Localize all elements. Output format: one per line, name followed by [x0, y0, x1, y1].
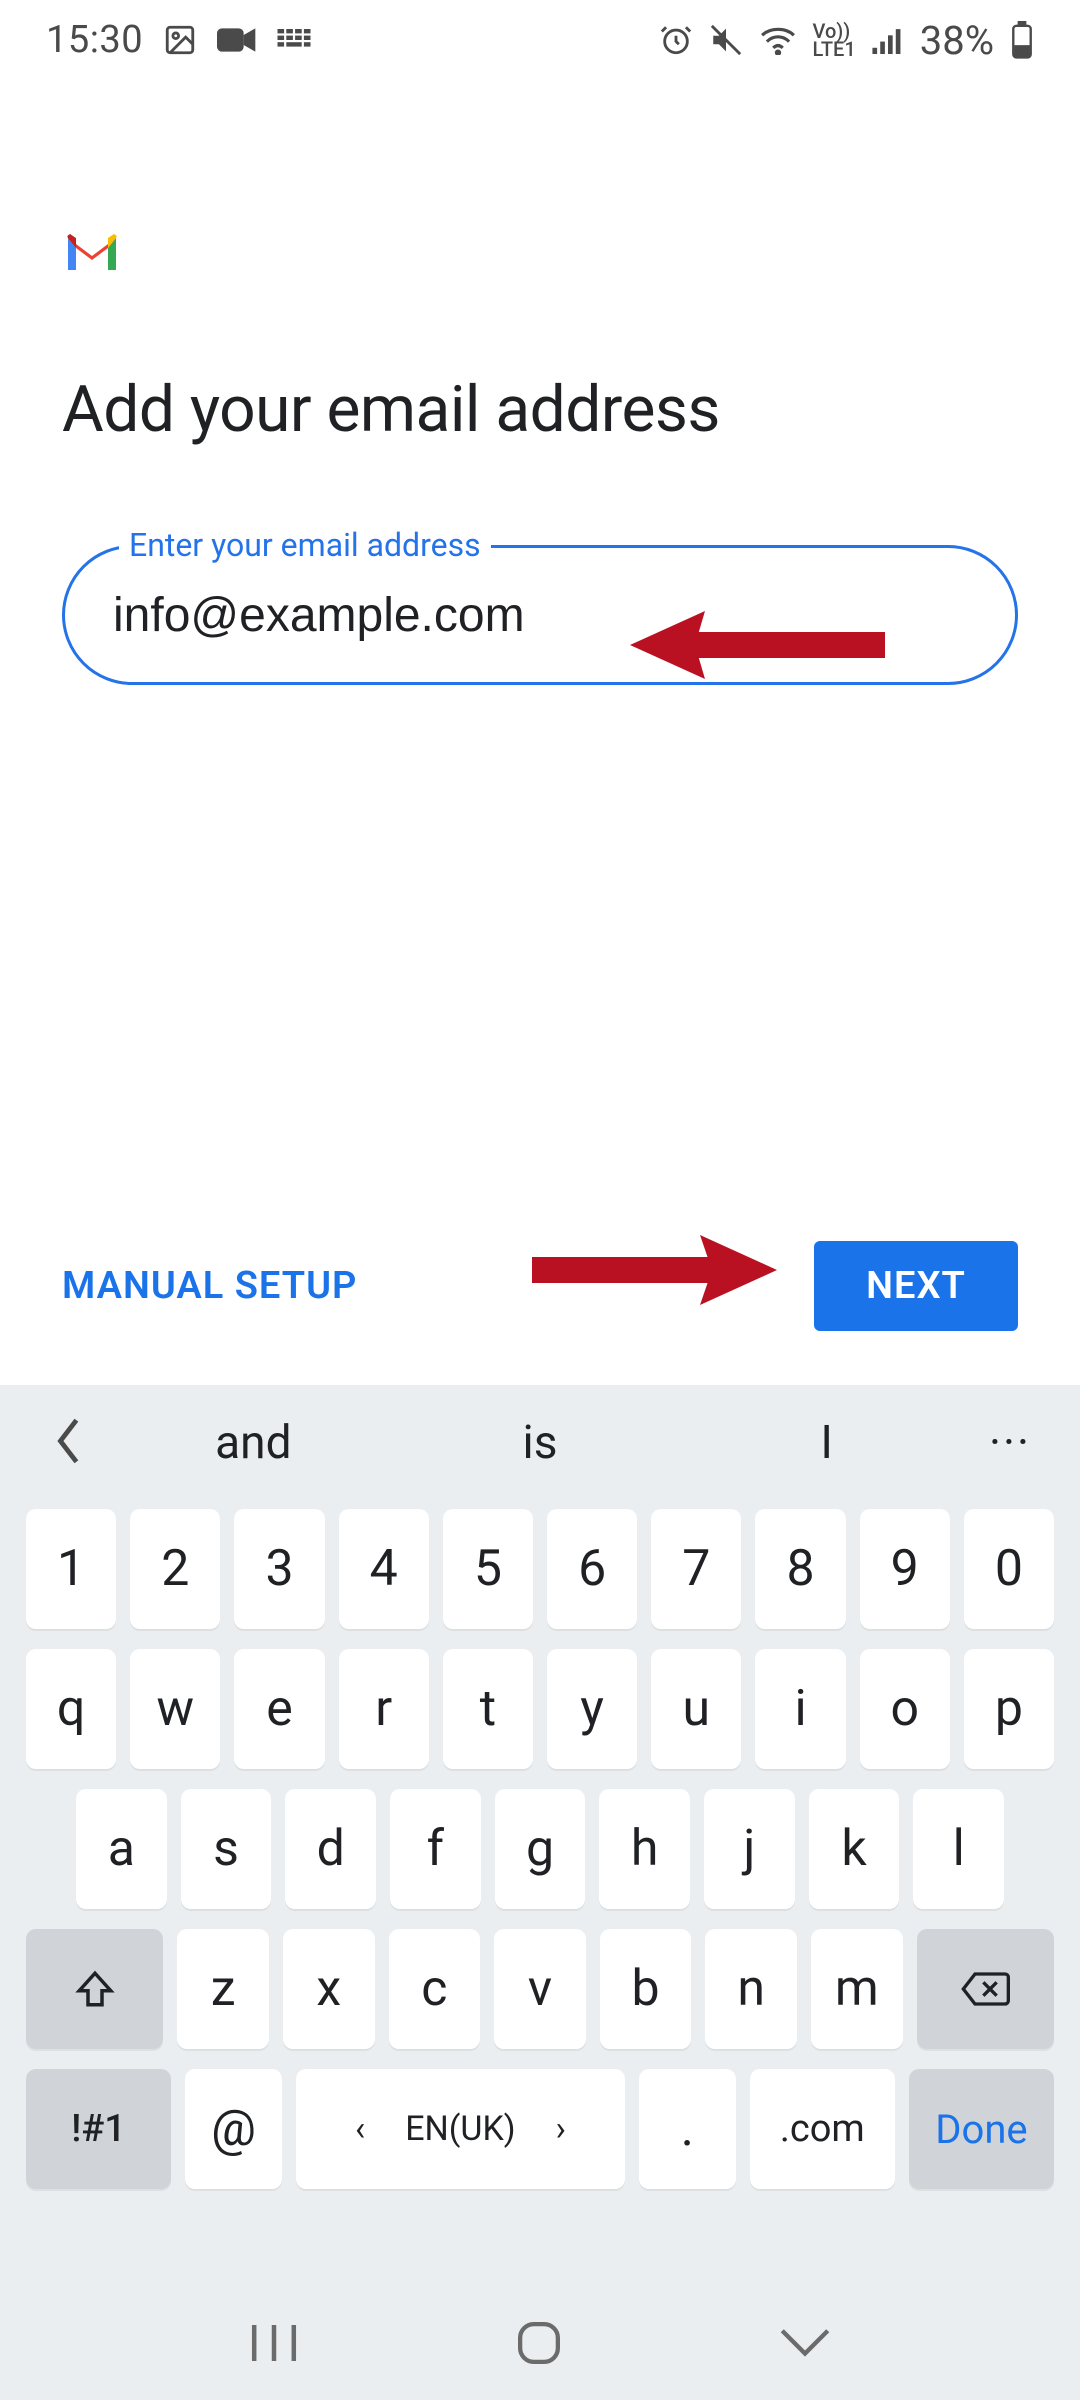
key-row-a: a s d f g h j k l: [26, 1789, 1054, 1909]
email-input[interactable]: [65, 548, 1015, 682]
key-e[interactable]: e: [234, 1649, 324, 1769]
shift-key[interactable]: [26, 1929, 163, 2049]
suggestion-1[interactable]: and: [110, 1416, 397, 1470]
suggestion-2[interactable]: is: [397, 1416, 684, 1470]
gmail-logo-icon: [62, 230, 1018, 276]
key-w[interactable]: w: [130, 1649, 220, 1769]
key-t[interactable]: t: [443, 1649, 533, 1769]
signal-icon: [872, 26, 904, 54]
status-bar: 15:30: [0, 0, 1080, 80]
volte-indicator: Vo)) LTE1: [813, 22, 856, 58]
suggestion-more-icon[interactable]: ···: [970, 1416, 1050, 1470]
key-row-z: z x c v b n m: [26, 1929, 1054, 2049]
key-i[interactable]: i: [755, 1649, 845, 1769]
key-m[interactable]: m: [811, 1929, 903, 2049]
key-f[interactable]: f: [390, 1789, 481, 1909]
manual-setup-button[interactable]: MANUAL SETUP: [62, 1264, 357, 1308]
key-a[interactable]: a: [76, 1789, 167, 1909]
key-1[interactable]: 1: [26, 1509, 116, 1629]
key-row-q: q w e r t y u i o p: [26, 1649, 1054, 1769]
key-u[interactable]: u: [651, 1649, 741, 1769]
key-p[interactable]: p: [964, 1649, 1054, 1769]
key-n[interactable]: n: [705, 1929, 797, 2049]
done-key[interactable]: Done: [909, 2069, 1054, 2189]
key-h[interactable]: h: [599, 1789, 690, 1909]
mute-icon: [709, 23, 743, 57]
suggestion-3[interactable]: I: [683, 1416, 970, 1470]
key-2[interactable]: 2: [130, 1509, 220, 1629]
wifi-icon: [759, 25, 797, 55]
symbols-key[interactable]: !#1: [26, 2069, 171, 2189]
key-9[interactable]: 9: [860, 1509, 950, 1629]
key-c[interactable]: c: [389, 1929, 481, 2049]
page-title: Add your email address: [62, 372, 1018, 447]
status-time: 15:30: [46, 18, 143, 62]
battery-percent: 38%: [920, 17, 994, 64]
key-s[interactable]: s: [181, 1789, 272, 1909]
home-button[interactable]: [515, 2319, 563, 2367]
chevron-left-icon: ‹: [355, 2109, 365, 2149]
video-icon: [217, 25, 257, 55]
key-row-bottom: !#1 @ ‹ EN(UK) › . .com Done: [26, 2069, 1054, 2189]
recents-button[interactable]: [247, 2321, 301, 2365]
key-z[interactable]: z: [177, 1929, 269, 2049]
key-4[interactable]: 4: [339, 1509, 429, 1629]
navigation-bar: [0, 2280, 1080, 2400]
key-b[interactable]: b: [600, 1929, 692, 2049]
key-g[interactable]: g: [495, 1789, 586, 1909]
chevron-right-icon: ›: [556, 2109, 566, 2149]
key-at[interactable]: @: [185, 2069, 282, 2189]
email-field-label: Enter your email address: [119, 526, 491, 564]
image-icon: [163, 23, 197, 57]
key-7[interactable]: 7: [651, 1509, 741, 1629]
key-0[interactable]: 0: [964, 1509, 1054, 1629]
battery-icon: [1010, 21, 1034, 59]
key-j[interactable]: j: [704, 1789, 795, 1909]
back-button[interactable]: [777, 2325, 833, 2361]
key-6[interactable]: 6: [547, 1509, 637, 1629]
keyboard-lang: EN(UK): [405, 2109, 515, 2149]
key-5[interactable]: 5: [443, 1509, 533, 1629]
space-key[interactable]: ‹ EN(UK) ›: [296, 2069, 625, 2189]
key-3[interactable]: 3: [234, 1509, 324, 1629]
key-q[interactable]: q: [26, 1649, 116, 1769]
key-com[interactable]: .com: [750, 2069, 895, 2189]
soft-keyboard: and is I ··· 1 2 3 4 5 6 7 8 9 0 q w: [0, 1385, 1080, 2400]
content: Add your email address Enter your email …: [0, 80, 1080, 685]
key-d[interactable]: d: [285, 1789, 376, 1909]
key-8[interactable]: 8: [755, 1509, 845, 1629]
key-v[interactable]: v: [494, 1929, 586, 2049]
key-y[interactable]: y: [547, 1649, 637, 1769]
backspace-key[interactable]: [917, 1929, 1054, 2049]
next-button[interactable]: NEXT: [814, 1241, 1018, 1331]
key-l[interactable]: l: [913, 1789, 1004, 1909]
keyboard-icon: [277, 29, 311, 51]
email-field[interactable]: Enter your email address: [62, 545, 1018, 685]
alarm-icon: [659, 23, 693, 57]
action-row: MANUAL SETUP NEXT: [62, 1241, 1018, 1331]
key-o[interactable]: o: [860, 1649, 950, 1769]
key-period[interactable]: .: [639, 2069, 736, 2189]
key-row-num: 1 2 3 4 5 6 7 8 9 0: [26, 1509, 1054, 1629]
suggestion-bar: and is I ···: [0, 1385, 1080, 1501]
suggestion-back-icon[interactable]: [30, 1417, 110, 1469]
key-k[interactable]: k: [809, 1789, 900, 1909]
key-r[interactable]: r: [339, 1649, 429, 1769]
key-x[interactable]: x: [283, 1929, 375, 2049]
